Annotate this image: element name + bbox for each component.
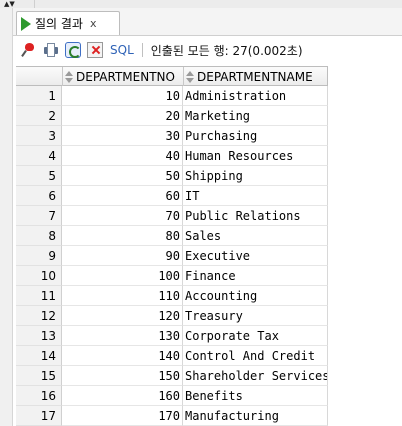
row-number[interactable]: 15 (16, 366, 62, 386)
cell-departmentno[interactable]: 100 (62, 266, 183, 286)
table-row[interactable]: 7 70 Public Relations (16, 206, 328, 226)
row-number[interactable]: 8 (16, 226, 62, 246)
cell-departmentname[interactable]: Human Resources (183, 146, 328, 166)
cell-departmentno[interactable]: 60 (62, 186, 183, 206)
cell-departmentno[interactable]: 20 (62, 106, 183, 126)
column-header-label: DEPARTMENTNAME (197, 69, 313, 84)
cell-departmentname[interactable]: Public Relations (183, 206, 328, 226)
print-icon[interactable] (43, 42, 59, 58)
cell-departmentname[interactable]: Sales (183, 226, 328, 246)
table-row[interactable]: 1 10 Administration (16, 86, 328, 106)
cell-departmentno[interactable]: 30 (62, 126, 183, 146)
table-row[interactable]: 14 140 Control And Credit (16, 346, 328, 366)
tab-query-result[interactable]: 질의 결과 x (16, 11, 120, 35)
result-grid: DEPARTMENTNO DEPARTMENTNAME 1 10 Administr… (16, 66, 328, 426)
cell-departmentname[interactable]: Finance (183, 266, 328, 286)
row-number[interactable]: 3 (16, 126, 62, 146)
row-number[interactable]: 1 (16, 86, 62, 106)
row-number[interactable]: 7 (16, 206, 62, 226)
row-number[interactable]: 12 (16, 306, 62, 326)
cell-departmentname[interactable]: Purchasing (183, 126, 328, 146)
table-row[interactable]: 5 50 Shipping (16, 166, 328, 186)
refresh-icon[interactable] (65, 42, 81, 58)
table-row[interactable]: 4 40 Human Resources (16, 146, 328, 166)
panel-splitter[interactable]: ▲▼ (0, 0, 402, 8)
splitter-divider (34, 0, 35, 8)
table-row[interactable]: 10 100 Finance (16, 266, 328, 286)
splitter-arrows-icon[interactable]: ▲▼ (4, 0, 15, 8)
table-row[interactable]: 16 160 Benefits (16, 386, 328, 406)
cell-departmentno[interactable]: 70 (62, 206, 183, 226)
row-number[interactable]: 6 (16, 186, 62, 206)
row-number[interactable]: 9 (16, 246, 62, 266)
cell-departmentname[interactable]: Shareholder Services (183, 366, 328, 386)
column-header-departmentname[interactable]: DEPARTMENTNAME (183, 67, 327, 86)
cell-departmentno[interactable]: 140 (62, 346, 183, 366)
row-number[interactable]: 13 (16, 326, 62, 346)
column-header-label: DEPARTMENTNO (76, 69, 175, 84)
cell-departmentname[interactable]: Accounting (183, 286, 328, 306)
left-gutter (0, 8, 13, 426)
row-number[interactable]: 10 (16, 266, 62, 286)
cell-departmentname[interactable]: Corporate Tax (183, 326, 328, 346)
cell-departmentno[interactable]: 90 (62, 246, 183, 266)
cell-departmentname[interactable]: Marketing (183, 106, 328, 126)
cell-departmentno[interactable]: 160 (62, 386, 183, 406)
cell-departmentno[interactable]: 80 (62, 226, 183, 246)
table-row[interactable]: 13 130 Corporate Tax (16, 326, 328, 346)
cell-departmentname[interactable]: Manufacturing (183, 406, 328, 426)
sort-icon[interactable] (65, 70, 73, 83)
row-number[interactable]: 2 (16, 106, 62, 126)
table-row[interactable]: 12 120 Treasury (16, 306, 328, 326)
cell-departmentname[interactable]: IT (183, 186, 328, 206)
table-row[interactable]: 6 60 IT (16, 186, 328, 206)
cell-departmentno[interactable]: 40 (62, 146, 183, 166)
fetch-status: 인출된 모든 행: 27(0.002초) (150, 43, 303, 58)
cell-departmentno[interactable]: 50 (62, 166, 183, 186)
tab-label: 질의 결과 (35, 17, 83, 31)
row-number[interactable]: 16 (16, 386, 62, 406)
cell-departmentno[interactable]: 10 (62, 86, 183, 106)
table-row[interactable]: 8 80 Sales (16, 226, 328, 246)
row-number[interactable]: 4 (16, 146, 62, 166)
cell-departmentname[interactable]: Shipping (183, 166, 328, 186)
table-row[interactable]: 15 150 Shareholder Services (16, 366, 328, 386)
row-number[interactable]: 14 (16, 346, 62, 366)
grid-body: 1 10 Administration 2 20 Marketing 3 30 Purchasi… (16, 86, 328, 426)
cell-departmentname[interactable]: Treasury (183, 306, 328, 326)
row-number-header[interactable] (16, 67, 63, 86)
close-tab-icon[interactable]: x (90, 17, 97, 30)
cell-departmentname[interactable]: Benefits (183, 386, 328, 406)
sort-icon[interactable] (186, 70, 194, 83)
column-header-departmentno[interactable]: DEPARTMENTNO (62, 67, 184, 86)
row-number[interactable]: 5 (16, 166, 62, 186)
cell-departmentname[interactable]: Administration (183, 86, 328, 106)
table-row[interactable]: 3 30 Purchasing (16, 126, 328, 146)
table-row[interactable]: 17 170 Manufacturing (16, 406, 328, 426)
cell-departmentno[interactable]: 120 (62, 306, 183, 326)
toolbar-separator (141, 43, 143, 57)
sql-button[interactable]: SQL (110, 43, 134, 57)
cell-departmentname[interactable]: Executive (183, 246, 328, 266)
grid-header: DEPARTMENTNO DEPARTMENTNAME (16, 66, 328, 86)
pin-icon[interactable] (21, 42, 37, 58)
cell-departmentno[interactable]: 150 (62, 366, 183, 386)
result-toolbar: SQL 인출된 모든 행: 27(0.002초) (13, 36, 402, 64)
row-number[interactable]: 11 (16, 286, 62, 306)
cell-departmentno[interactable]: 170 (62, 406, 183, 426)
row-number[interactable]: 17 (16, 406, 62, 426)
cell-departmentno[interactable]: 130 (62, 326, 183, 346)
result-tabbar: 질의 결과 x (13, 8, 402, 36)
cell-departmentno[interactable]: 110 (62, 286, 183, 306)
table-row[interactable]: 11 110 Accounting (16, 286, 328, 306)
table-row[interactable]: 9 90 Executive (16, 246, 328, 266)
clear-icon[interactable] (87, 42, 103, 58)
table-row[interactable]: 2 20 Marketing (16, 106, 328, 126)
cell-departmentname[interactable]: Control And Credit (183, 346, 328, 366)
run-play-icon (21, 16, 31, 31)
